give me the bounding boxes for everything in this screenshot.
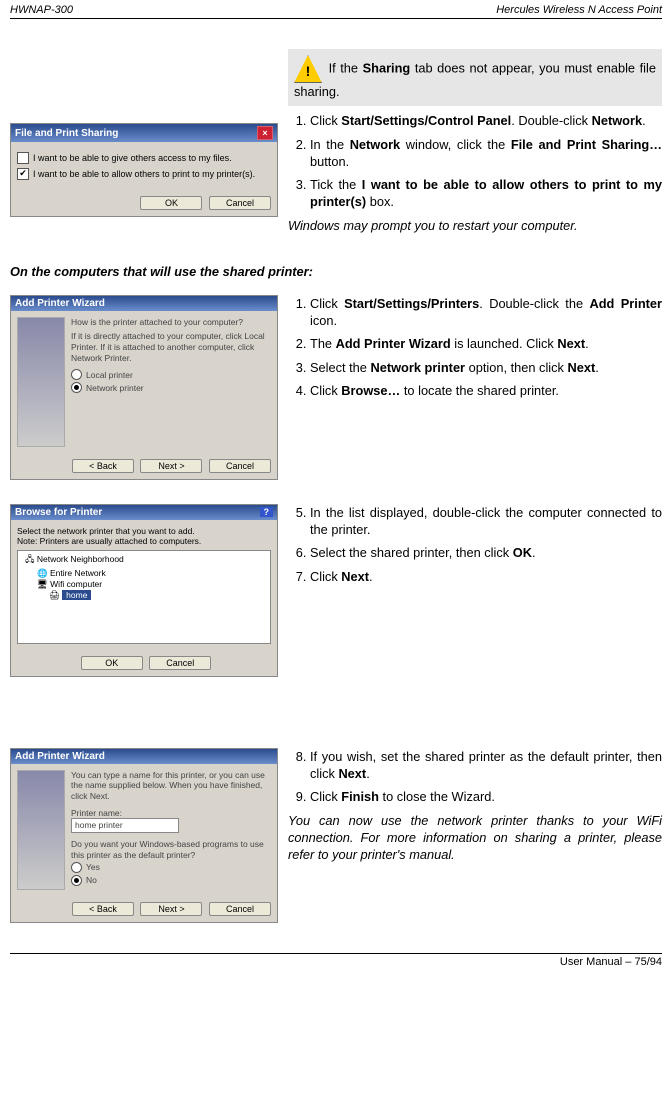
next-button[interactable]: Next > (140, 902, 202, 916)
list-item: Click Start/Settings/Control Panel. Doub… (310, 112, 662, 129)
list-item: Click Next. (310, 568, 662, 585)
add-printer-wizard-2: Add Printer Wizard You can type a name f… (10, 748, 278, 923)
steps-list-2: Click Start/Settings/Printers. Double-cl… (288, 295, 662, 399)
cancel-button[interactable]: Cancel (209, 459, 271, 473)
steps-list-1: Click Start/Settings/Control Panel. Doub… (288, 112, 662, 210)
close-icon[interactable]: × (257, 126, 273, 140)
list-item: Click Finish to close the Wizard. (310, 788, 662, 805)
tree-node[interactable]: 🖧 Network Neighborhood (21, 554, 267, 568)
steps-list-3: In the list displayed, double-click the … (288, 504, 662, 585)
page-header: HWNAP-300 Hercules Wireless N Access Poi… (10, 0, 662, 19)
list-item: The Add Printer Wizard is launched. Clic… (310, 335, 662, 352)
printer-tree[interactable]: 🖧 Network Neighborhood 🌐 Entire Network … (17, 550, 271, 644)
radio-yes[interactable] (71, 862, 82, 873)
list-item: Select the shared printer, then click OK… (310, 544, 662, 561)
printer-name-input[interactable]: home printer (71, 818, 179, 833)
radio-local[interactable] (71, 369, 82, 380)
cancel-button[interactable]: Cancel (149, 656, 211, 670)
radio-network[interactable] (71, 382, 82, 393)
file-print-sharing-dialog: File and Print Sharing × I want to be ab… (10, 123, 278, 217)
wizard-image (17, 317, 65, 447)
tree-node[interactable]: 🌐 Entire Network (21, 568, 267, 579)
list-item: In the Network window, click the File an… (310, 136, 662, 171)
checkbox-label: I want to be able to give others access … (33, 153, 232, 163)
list-item: Tick the I want to be able to allow othe… (310, 176, 662, 211)
ok-button[interactable]: OK (81, 656, 143, 670)
checkbox-label: I want to be able to allow others to pri… (33, 169, 255, 179)
closing-note: You can now use the network printer than… (288, 812, 662, 864)
restart-note: Windows may prompt you to restart your c… (288, 217, 662, 234)
tree-node[interactable]: 🖥 Wifi computer (21, 579, 267, 590)
list-item: Select the Network printer option, then … (310, 359, 662, 376)
header-left: HWNAP-300 (10, 4, 73, 16)
dialog-title: File and Print Sharing (15, 128, 118, 139)
list-item: Click Start/Settings/Printers. Double-cl… (310, 295, 662, 330)
back-button[interactable]: < Back (72, 459, 134, 473)
next-button[interactable]: Next > (140, 459, 202, 473)
checkbox-printer-access[interactable]: ✔ (17, 168, 29, 180)
browse-for-printer-dialog: Browse for Printer ? Select the network … (10, 504, 278, 677)
header-right: Hercules Wireless N Access Point (496, 4, 662, 16)
help-icon[interactable]: ? (260, 507, 274, 517)
sub-heading: On the computers that will use the share… (10, 264, 662, 279)
cancel-button[interactable]: Cancel (209, 196, 271, 210)
wizard-image (17, 770, 65, 890)
dialog-title: Add Printer Wizard (15, 751, 105, 762)
ok-button[interactable]: OK (140, 196, 202, 210)
add-printer-wizard-1: Add Printer Wizard How is the printer at… (10, 295, 278, 480)
back-button[interactable]: < Back (72, 902, 134, 916)
tree-node-selected[interactable]: 🖨 home (21, 590, 267, 601)
list-item: In the list displayed, double-click the … (310, 504, 662, 539)
warning-icon (294, 55, 322, 83)
steps-list-4: If you wish, set the shared printer as t… (288, 748, 662, 806)
list-item: If you wish, set the shared printer as t… (310, 748, 662, 783)
warning-note: If the Sharing tab does not appear, you … (288, 49, 662, 106)
cancel-button[interactable]: Cancel (209, 902, 271, 916)
page-footer: User Manual – 75/94 (10, 953, 662, 968)
checkbox-file-access[interactable] (17, 152, 29, 164)
dialog-title: Browse for Printer (15, 507, 102, 518)
list-item: Click Browse… to locate the shared print… (310, 382, 662, 399)
dialog-title: Add Printer Wizard (15, 298, 105, 309)
radio-no[interactable] (71, 875, 82, 886)
